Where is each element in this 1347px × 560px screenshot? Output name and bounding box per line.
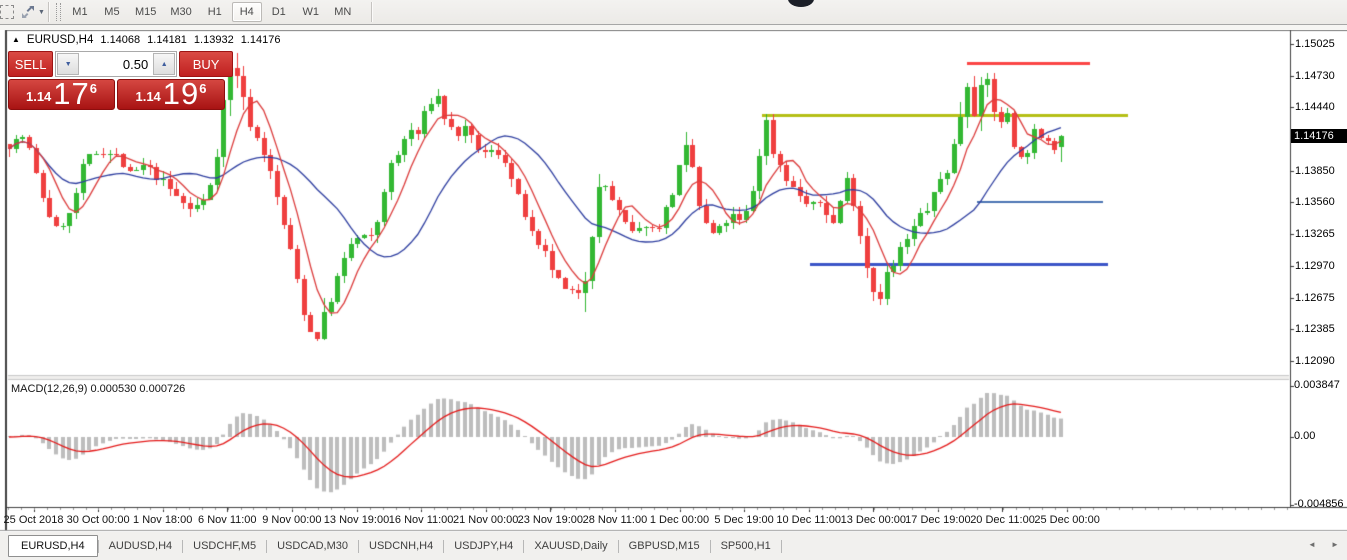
symbol-label: EURUSD,H4 xyxy=(26,34,94,46)
tab-sp500-h1[interactable]: SP500,H1 xyxy=(711,536,781,556)
shift-arrows-icon xyxy=(22,6,34,18)
toolbar-lower-strip xyxy=(0,25,1347,30)
ohlc-high: 1.14181 xyxy=(147,34,187,46)
toolbar: ▼ M1 M5 M15 M30 H1 H4 D1 W1 MN xyxy=(0,0,1347,25)
tab-xauusd-daily[interactable]: XAUUSD,Daily xyxy=(524,536,617,556)
price-tick-label: 1.13265 xyxy=(1295,228,1335,241)
price-tick-label: 1.13560 xyxy=(1295,196,1335,209)
buy-price-big: 19 xyxy=(162,76,200,111)
time-tick-label: 6 Nov 11:00 xyxy=(198,514,257,526)
buy-price-prefix: 1.14 xyxy=(135,89,161,104)
time-tick-label: 16 Nov 11:00 xyxy=(388,514,454,526)
symbol-arrow-icon: ▲ xyxy=(12,35,20,44)
current-price-tag: 1.14176 xyxy=(1291,129,1347,143)
tab-divider xyxy=(780,539,782,553)
buy-price-sup: 6 xyxy=(199,81,207,96)
macd-name: MACD(12,26,9) xyxy=(11,383,88,395)
timeframe-button-mn[interactable]: MN xyxy=(328,2,358,22)
tab-usdcnh-h4[interactable]: USDCNH,H4 xyxy=(359,536,443,556)
time-tick-label: 20 Dec 11:00 xyxy=(970,514,1035,526)
timeframe-button-d1[interactable]: D1 xyxy=(264,2,294,22)
chart-shift-icon[interactable] xyxy=(20,4,36,20)
price-tick-label: 1.15025 xyxy=(1295,38,1335,50)
price-tick-label: 1.12970 xyxy=(1295,259,1335,272)
sell-price-prefix: 1.14 xyxy=(25,89,52,104)
macd-indicator-label: MACD(12,26,9) 0.000530 0.000726 xyxy=(11,383,185,395)
price-tick-label: 1.12385 xyxy=(1295,323,1335,336)
timeframe-button-h1[interactable]: H1 xyxy=(200,2,230,22)
tab-usdcad-m30[interactable]: USDCAD,M30 xyxy=(267,536,358,556)
time-tick-label: 13 Dec 00:00 xyxy=(840,514,907,526)
volume-increase-button[interactable]: ▲ xyxy=(153,53,176,75)
selection-tool-icon[interactable] xyxy=(0,4,18,20)
tab-bar: EURUSD,H4 AUDUSD,H4 USDCHF,M5 USDCAD,M30 USD… xyxy=(0,532,1347,560)
chart-header: ▲ EURUSD,H4 1.14068 1.14181 1.13932 1.14176 xyxy=(12,34,280,46)
price-tick-label: 1.12675 xyxy=(1295,291,1335,304)
macd-tick-label: 0.003847 xyxy=(1294,379,1340,391)
time-tick-label: 21 Nov 00:00 xyxy=(452,514,519,526)
timeframe-button-h4[interactable]: H4 xyxy=(231,2,262,22)
volume-down-icon: ▼ xyxy=(64,60,72,68)
ohlc-close: 1.14176 xyxy=(240,34,281,46)
time-tick-label: 17 Dec 19:00 xyxy=(905,514,971,526)
timeframe-buttons: M1 M5 M15 M30 H1 H4 D1 W1 MN xyxy=(64,0,359,24)
macd-tick-label: -0.004856 xyxy=(1294,498,1344,510)
timeframe-button-m1[interactable]: M1 xyxy=(65,2,95,22)
volume-up-icon: ▲ xyxy=(160,60,168,68)
tab-eurusd-h4[interactable]: EURUSD,H4 xyxy=(8,535,98,557)
price-tick-label: 1.12090 xyxy=(1295,355,1335,367)
tab-scroll-right-button[interactable]: ► xyxy=(1331,540,1339,549)
time-tick-label: 1 Dec 00:00 xyxy=(649,514,710,526)
time-tick-label: 23 Nov 19:00 xyxy=(517,514,584,526)
macd-tick-label: 0.00 xyxy=(1294,430,1316,442)
tab-usdjpy-h4[interactable]: USDJPY,H4 xyxy=(444,536,523,556)
tab-scroll-left-button[interactable]: ◄ xyxy=(1308,540,1316,549)
tab-gbpusd-m15[interactable]: GBPUSD,M15 xyxy=(619,536,710,556)
time-tick-label: 10 Dec 11:00 xyxy=(776,514,841,526)
volume-value[interactable]: 0.50 xyxy=(80,52,152,76)
timeframe-button-m5[interactable]: M5 xyxy=(97,2,127,22)
time-tick-label: 30 Oct 00:00 xyxy=(66,514,130,526)
time-tick-label: 28 Nov 11:00 xyxy=(582,514,648,526)
time-tick-label: 1 Nov 18:00 xyxy=(133,514,193,526)
sell-price-big: 17 xyxy=(53,76,90,111)
buy-button[interactable]: BUY xyxy=(179,51,233,77)
ohlc-low: 1.13932 xyxy=(193,34,234,46)
time-tick-label: 13 Nov 19:00 xyxy=(323,514,390,526)
sell-price-display[interactable]: 1.14 17 6 xyxy=(8,76,115,111)
buy-price-display[interactable]: 1.14 19 6 xyxy=(117,76,225,111)
timeframe-button-w1[interactable]: W1 xyxy=(296,2,326,22)
dropdown-caret-icon[interactable]: ▼ xyxy=(38,9,45,16)
price-tick-label: 1.13850 xyxy=(1295,164,1335,177)
time-tick-label: 25 Dec 00:00 xyxy=(1034,514,1100,526)
sell-price-sup: 6 xyxy=(89,81,98,96)
price-tick-label: 1.14730 xyxy=(1295,69,1335,82)
toolbar-separator-right xyxy=(370,2,373,22)
volume-stepper: ▼ 0.50 ▲ xyxy=(55,51,178,77)
timeframe-button-m30[interactable]: M30 xyxy=(164,2,197,22)
price-tick-label: 1.14440 xyxy=(1295,101,1335,114)
toolbar-drag-handle[interactable] xyxy=(55,3,61,21)
sell-button[interactable]: SELL xyxy=(8,51,54,77)
time-tick-label: 5 Dec 19:00 xyxy=(714,514,774,526)
tab-audusd-h4[interactable]: AUDUSD,H4 xyxy=(99,536,183,556)
time-tick-label: 9 Nov 00:00 xyxy=(262,514,322,526)
time-tick-label: 25 Oct 2018 xyxy=(3,514,64,526)
toolbar-separator xyxy=(47,2,50,22)
trade-panel: SELL ▼ 0.50 ▲ BUY 1.14 17 6 1.14 19 6 xyxy=(8,51,233,110)
volume-decrease-button[interactable]: ▼ xyxy=(57,53,80,75)
ohlc-open: 1.14068 xyxy=(100,34,141,46)
macd-values: 0.000530 0.000726 xyxy=(90,383,186,395)
tab-usdchf-m5[interactable]: USDCHF,M5 xyxy=(183,536,266,556)
timeframe-button-m15[interactable]: M15 xyxy=(129,2,162,22)
